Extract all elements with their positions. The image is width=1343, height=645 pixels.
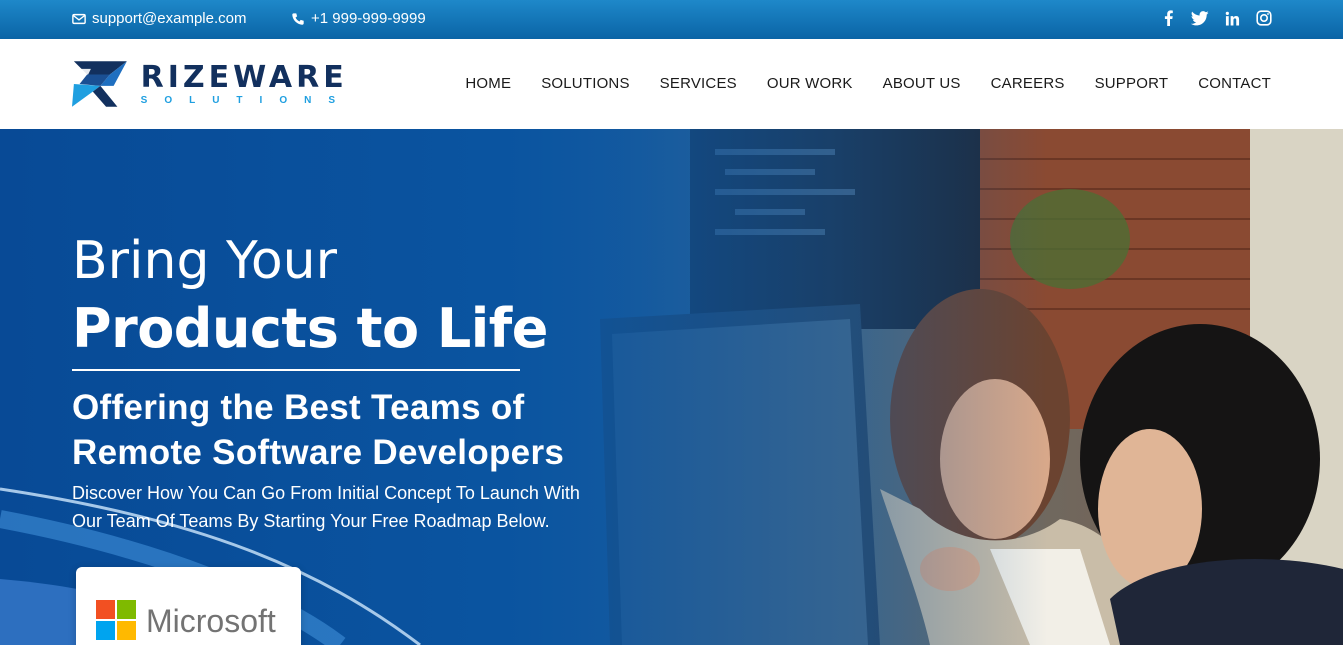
brand-logo[interactable]: RIZEWARE SOLUTIONS xyxy=(72,58,352,110)
brand-tagline: SOLUTIONS xyxy=(140,94,352,106)
hero-subtitle: Offering the Best Teams of Remote Softwa… xyxy=(72,385,632,475)
instagram-icon[interactable] xyxy=(1255,9,1273,27)
hero-description: Discover How You Can Go From Initial Con… xyxy=(72,483,580,531)
nav-careers[interactable]: CAREERS xyxy=(991,75,1065,92)
brand-name: RIZEWARE xyxy=(140,59,348,95)
hero-content: Bring Your Products to Life Offering the… xyxy=(72,229,632,535)
phone-contact[interactable]: +1 999-999-9999 xyxy=(291,10,426,27)
microsoft-logo-icon xyxy=(96,600,136,640)
nav-solutions[interactable]: SOLUTIONS xyxy=(541,75,629,92)
linkedin-icon[interactable] xyxy=(1223,9,1241,27)
partner-card[interactable]: Microsoft xyxy=(76,567,301,645)
nav-services[interactable]: SERVICES xyxy=(660,75,737,92)
phone-icon xyxy=(292,12,304,25)
envelope-icon xyxy=(72,13,86,24)
facebook-icon[interactable] xyxy=(1159,9,1177,27)
hero-subtitle-line2: Remote Software Developers xyxy=(72,433,565,472)
nav-contact[interactable]: CONTACT xyxy=(1198,75,1271,92)
nav-about-us[interactable]: ABOUT US xyxy=(883,75,961,92)
hero-headline-line1: Bring Your xyxy=(72,231,338,291)
site-header: RIZEWARE SOLUTIONS HOME SOLUTIONS SERVIC… xyxy=(0,39,1343,129)
nav-home[interactable]: HOME xyxy=(465,75,511,92)
nav-our-work[interactable]: OUR WORK xyxy=(767,75,853,92)
top-bar: support@example.com +1 999-999-9999 xyxy=(0,0,1343,39)
phone-text: +1 999-999-9999 xyxy=(311,10,426,27)
email-text: support@example.com xyxy=(92,10,247,27)
hero-headline-line2: Products to Life xyxy=(72,297,548,360)
hero-section: Bring Your Products to Life Offering the… xyxy=(0,129,1343,645)
twitter-icon[interactable] xyxy=(1191,9,1209,27)
hero-subtitle-line1: Offering the Best Teams of xyxy=(72,388,525,427)
logo-mark-icon xyxy=(72,61,127,107)
hero-divider xyxy=(72,369,520,371)
social-links xyxy=(1159,9,1273,27)
main-nav: HOME SOLUTIONS SERVICES OUR WORK ABOUT U… xyxy=(435,75,1271,92)
nav-support[interactable]: SUPPORT xyxy=(1095,75,1169,92)
email-contact[interactable]: support@example.com xyxy=(72,10,246,27)
partner-name: Microsoft xyxy=(146,603,276,639)
